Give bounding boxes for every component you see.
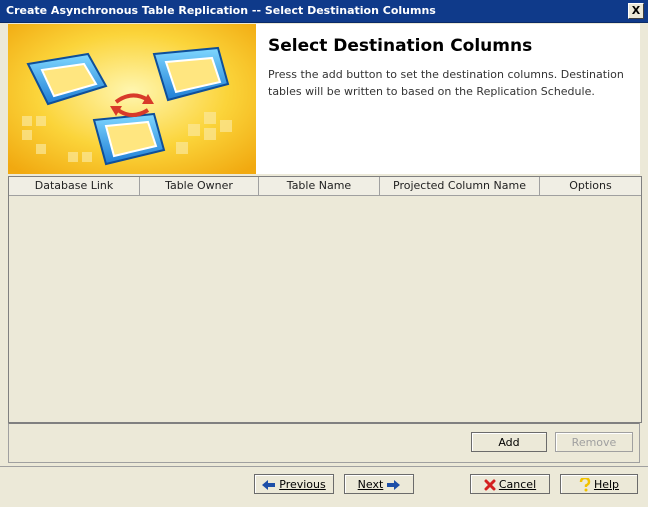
close-button[interactable]: X [628, 3, 644, 19]
window-title: Create Asynchronous Table Replication --… [6, 4, 436, 17]
replication-illustration-icon [8, 24, 256, 174]
table-actions-bar: Add Remove [8, 423, 640, 463]
replication-banner-image [8, 24, 256, 174]
cancel-button[interactable]: Cancel [470, 474, 550, 494]
footer-divider [0, 466, 648, 467]
column-header-table-name[interactable]: Table Name [259, 177, 380, 195]
add-button[interactable]: Add [471, 432, 547, 452]
previous-button[interactable]: Previous [254, 474, 334, 494]
column-header-table-owner[interactable]: Table Owner [140, 177, 259, 195]
page-title: Select Destination Columns [268, 36, 533, 56]
column-header-projected-column-name[interactable]: Projected Column Name [380, 177, 540, 195]
remove-button[interactable]: Remove [555, 432, 633, 452]
arrow-left-icon [262, 480, 276, 490]
help-button[interactable]: Help [560, 474, 638, 494]
column-header-database-link[interactable]: Database Link [9, 177, 140, 195]
cancel-label: Cancel [498, 478, 537, 491]
cancel-x-icon [484, 479, 496, 491]
next-label: Next [357, 478, 384, 491]
next-button[interactable]: Next [344, 474, 414, 494]
arrow-right-icon [387, 480, 401, 490]
close-icon: X [631, 4, 641, 17]
help-question-icon [579, 478, 591, 492]
previous-label: Previous [279, 478, 326, 491]
table-header-row: Database Link Table Owner Table Name Pro… [9, 177, 641, 196]
help-label: Help [593, 478, 620, 491]
destination-columns-table[interactable]: Database Link Table Owner Table Name Pro… [8, 176, 642, 423]
page-description: Press the add button to set the destinat… [268, 68, 624, 98]
wizard-header: Select Destination Columns Press the add… [8, 24, 640, 174]
title-bar[interactable]: Create Asynchronous Table Replication --… [0, 0, 648, 23]
column-header-options[interactable]: Options [540, 177, 641, 195]
dialog-window: Create Asynchronous Table Replication --… [0, 0, 648, 507]
